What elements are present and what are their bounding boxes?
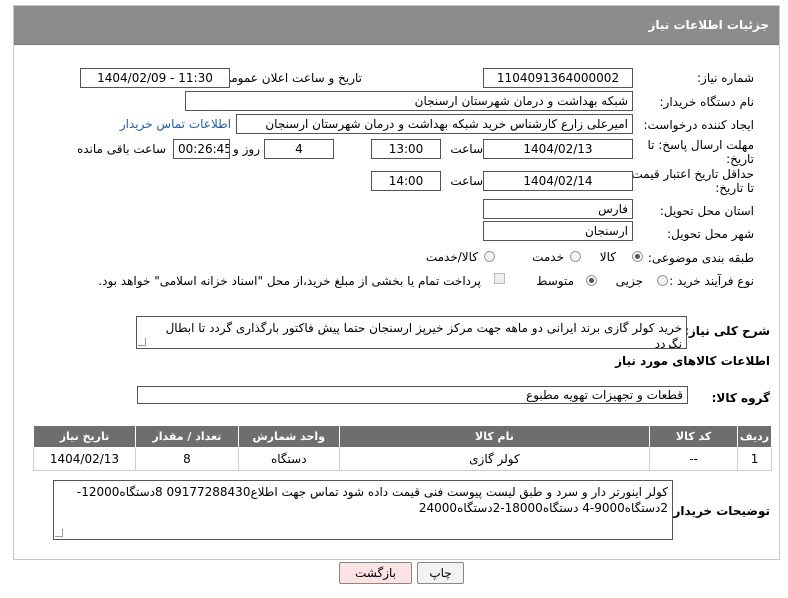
requester-label: ایجاد کننده درخواست: [643,118,754,132]
buyer-org-field: شبکه بهداشت و درمان شهرستان ارسنجان [185,91,633,111]
cell-quantity: 8 [134,447,239,471]
buyer-contact-link[interactable]: اطلاعات تماس خریدار [120,117,231,131]
category-option-goods: کالا [599,250,616,264]
description-label: شرح کلی نیاز: [684,324,770,338]
description-field: خرید کولر گازی برند ایرانی دو ماهه جهت م… [136,316,687,349]
reply-hour-field: 13:00 [371,139,441,159]
reply-date-field: 1404/02/13 [483,139,633,159]
need-number-field: 1104091364000002 [483,68,633,88]
days-field: 4 [264,139,334,159]
reply-deadline-label: مهلت ارسال پاسخ: تا [647,138,754,152]
goods-section-title: اطلاعات کالاهای مورد نیاز [615,354,770,368]
cell-goods-name: کولر گازی [338,447,651,471]
cell-unit: دستگاه [237,447,340,471]
process-option-medium: متوسط [536,274,574,288]
price-hour-label: ساعت [450,174,483,188]
province-field: فارس [483,199,633,219]
process-label: نوع فرآیند خرید : [669,274,754,288]
category-radio-service[interactable] [570,251,581,262]
remaining-time-field: 00:26:45 [173,139,230,159]
price-validity-label-2: تا تاریخ: [715,181,754,195]
goods-group-field: قطعات و تجهیزات تهویه مطبوع [137,386,688,404]
buyer-notes-line-1: کولر اینورتر دار و سرد و طبق لیست پیوست … [76,485,668,499]
process-radio-medium[interactable] [586,275,597,286]
remaining-label: ساعت باقی مانده [76,142,166,156]
description-resize-handle[interactable] [138,338,146,346]
city-label: شهر محل تحویل: [667,227,754,241]
buyer-notes-field: کولر اینورتر دار و سرد و طبق لیست پیوست … [53,480,673,540]
category-option-goods-service: کالا/خدمت [425,250,478,264]
days-label: روز و [233,142,260,156]
panel-header: جزئیات اطلاعات نیاز [14,6,779,45]
payment-checkbox[interactable] [494,273,505,284]
print-button[interactable]: چاپ [417,562,464,584]
category-option-service: خدمت [532,250,564,264]
need-number-label: شماره نیاز: [697,71,754,85]
province-label: استان محل تحویل: [659,204,754,218]
price-validity-label: حداقل تاریخ اعتبار قیمت: [627,167,754,181]
price-hour-field: 14:00 [371,171,441,191]
cell-row-number: 1 [737,447,772,471]
buyer-notes-resize-handle[interactable] [55,529,63,537]
col-goods-code: کد کالا [649,425,739,448]
goods-table-header: ردیف کد کالا نام کالا واحد شمارش تعداد /… [33,425,772,448]
cell-need-date: 1404/02/13 [33,447,136,471]
reply-deadline-label-2: تاریخ: [726,152,754,166]
price-date-field: 1404/02/14 [483,171,633,191]
back-button[interactable]: بازگشت [339,562,412,584]
page-title: جزئیات اطلاعات نیاز [648,18,769,32]
requester-field: امیرعلی زارع کارشناس خرید شبکه بهداشت و … [236,114,633,134]
table-row: 1 -- کولر گازی دستگاه 8 1404/02/13 [33,447,772,471]
col-quantity: تعداد / مقدار [134,425,239,448]
category-label: طبقه بندی موضوعی: [647,251,754,265]
col-row-number: ردیف [737,425,772,448]
cell-goods-code: -- [649,447,739,471]
col-goods-name: نام کالا [338,425,651,448]
goods-table: ردیف کد کالا نام کالا واحد شمارش تعداد /… [33,425,772,471]
buyer-notes-line-2: 2دستگاه9000-4 دستگاه18000-2دستگاه24000 [418,501,668,515]
category-radio-goods-service[interactable] [484,251,495,262]
payment-note: پرداخت تمام یا بخشی از مبلغ خرید،از محل … [98,274,481,288]
category-radio-goods[interactable] [632,251,643,262]
buyer-org-label: نام دستگاه خریدار: [659,95,755,109]
city-field: ارسنجان [483,221,633,241]
goods-group-label: گروه کالا: [711,391,770,405]
buyer-notes-label: توضیحات خریدار: [668,504,770,518]
process-radio-minor[interactable] [657,275,668,286]
process-option-minor: جزیی [615,274,643,288]
announce-label: تاریخ و ساعت اعلان عمومی: [217,71,362,85]
col-unit: واحد شمارش [237,425,340,448]
col-need-date: تاریخ نیاز [33,425,136,448]
reply-hour-label: ساعت [450,142,483,156]
announce-field: 1404/02/09 - 11:30 [80,68,230,88]
